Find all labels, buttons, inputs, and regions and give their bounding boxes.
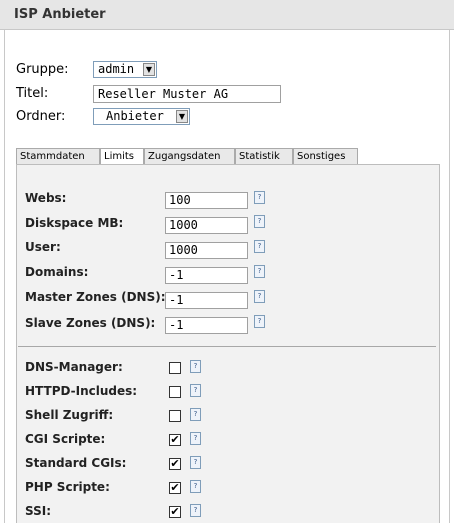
option-label-cgi: CGI Scripte: xyxy=(25,432,106,446)
limit-label-webs: Webs: xyxy=(25,191,67,205)
option-label-httpd-includes: HTTPD-Includes: xyxy=(25,384,138,398)
titel-label: Titel: xyxy=(16,86,49,101)
section-divider xyxy=(18,346,436,347)
window-header: ISP Anbieter xyxy=(0,0,454,30)
limit-label-diskspace: Diskspace MB: xyxy=(25,216,124,230)
help-doc-icon[interactable]: ? xyxy=(190,504,201,517)
option-label-php: PHP Scripte: xyxy=(25,480,110,494)
option-label-ssi: SSI: xyxy=(25,504,52,518)
domains-input[interactable]: -1 xyxy=(165,267,248,284)
help-doc-icon[interactable]: ? xyxy=(190,432,201,445)
ordner-select[interactable]: Anbieter ▼ xyxy=(93,108,190,125)
option-label-standard-cgis: Standard CGIs: xyxy=(25,456,127,470)
help-doc-icon[interactable]: ? xyxy=(254,215,265,228)
standard-cgis-checkbox[interactable]: ✔ xyxy=(169,458,181,470)
help-doc-icon[interactable]: ? xyxy=(190,480,201,493)
master-zones-input[interactable]: -1 xyxy=(165,292,248,309)
webs-input[interactable]: 100 xyxy=(165,192,248,209)
shell-checkbox[interactable] xyxy=(169,410,181,422)
frame-border-left xyxy=(4,30,5,523)
slave-zones-input[interactable]: -1 xyxy=(165,317,248,334)
gruppe-select-value: admin xyxy=(98,62,135,76)
tab-statistik[interactable]: Statistik xyxy=(235,148,293,164)
dropdown-arrow-icon[interactable]: ▼ xyxy=(143,63,155,76)
limit-label-master-zones: Master Zones (DNS): xyxy=(25,290,166,304)
help-doc-icon[interactable]: ? xyxy=(190,456,201,469)
help-doc-icon[interactable]: ? xyxy=(190,384,201,397)
tab-limits[interactable]: Limits xyxy=(100,148,144,165)
limit-label-domains: Domains: xyxy=(25,265,89,279)
tab-sonstiges[interactable]: Sonstiges xyxy=(293,148,358,164)
help-doc-icon[interactable]: ? xyxy=(190,408,201,421)
help-doc-icon[interactable]: ? xyxy=(254,290,265,303)
frame-border-right xyxy=(449,30,450,523)
gruppe-select[interactable]: admin ▼ xyxy=(93,61,157,78)
dropdown-arrow-icon[interactable]: ▼ xyxy=(176,110,188,123)
php-checkbox[interactable]: ✔ xyxy=(169,482,181,494)
ssi-checkbox[interactable]: ✔ xyxy=(169,506,181,518)
httpd-includes-checkbox[interactable] xyxy=(169,386,181,398)
help-doc-icon[interactable]: ? xyxy=(254,315,265,328)
diskspace-input[interactable]: 1000 xyxy=(165,217,248,234)
ordner-select-value: Anbieter xyxy=(106,109,164,123)
help-doc-icon[interactable]: ? xyxy=(254,191,265,204)
tab-stammdaten[interactable]: Stammdaten xyxy=(16,148,100,164)
limit-label-user: User: xyxy=(25,240,61,254)
titel-input[interactable]: Reseller Muster AG xyxy=(93,85,281,103)
help-doc-icon[interactable]: ? xyxy=(254,240,265,253)
gruppe-label: Gruppe: xyxy=(16,62,69,77)
page-title: ISP Anbieter xyxy=(14,7,106,22)
user-input[interactable]: 1000 xyxy=(165,242,248,259)
option-label-shell: Shell Zugriff: xyxy=(25,408,114,422)
tab-zugangsdaten[interactable]: Zugangsdaten xyxy=(144,148,235,164)
dns-manager-checkbox[interactable] xyxy=(169,362,181,374)
help-doc-icon[interactable]: ? xyxy=(254,265,265,278)
limit-label-slave-zones: Slave Zones (DNS): xyxy=(25,316,156,330)
ordner-label: Ordner: xyxy=(16,109,66,124)
cgi-checkbox[interactable]: ✔ xyxy=(169,434,181,446)
option-label-dns-manager: DNS-Manager: xyxy=(25,360,123,374)
help-doc-icon[interactable]: ? xyxy=(190,360,201,373)
